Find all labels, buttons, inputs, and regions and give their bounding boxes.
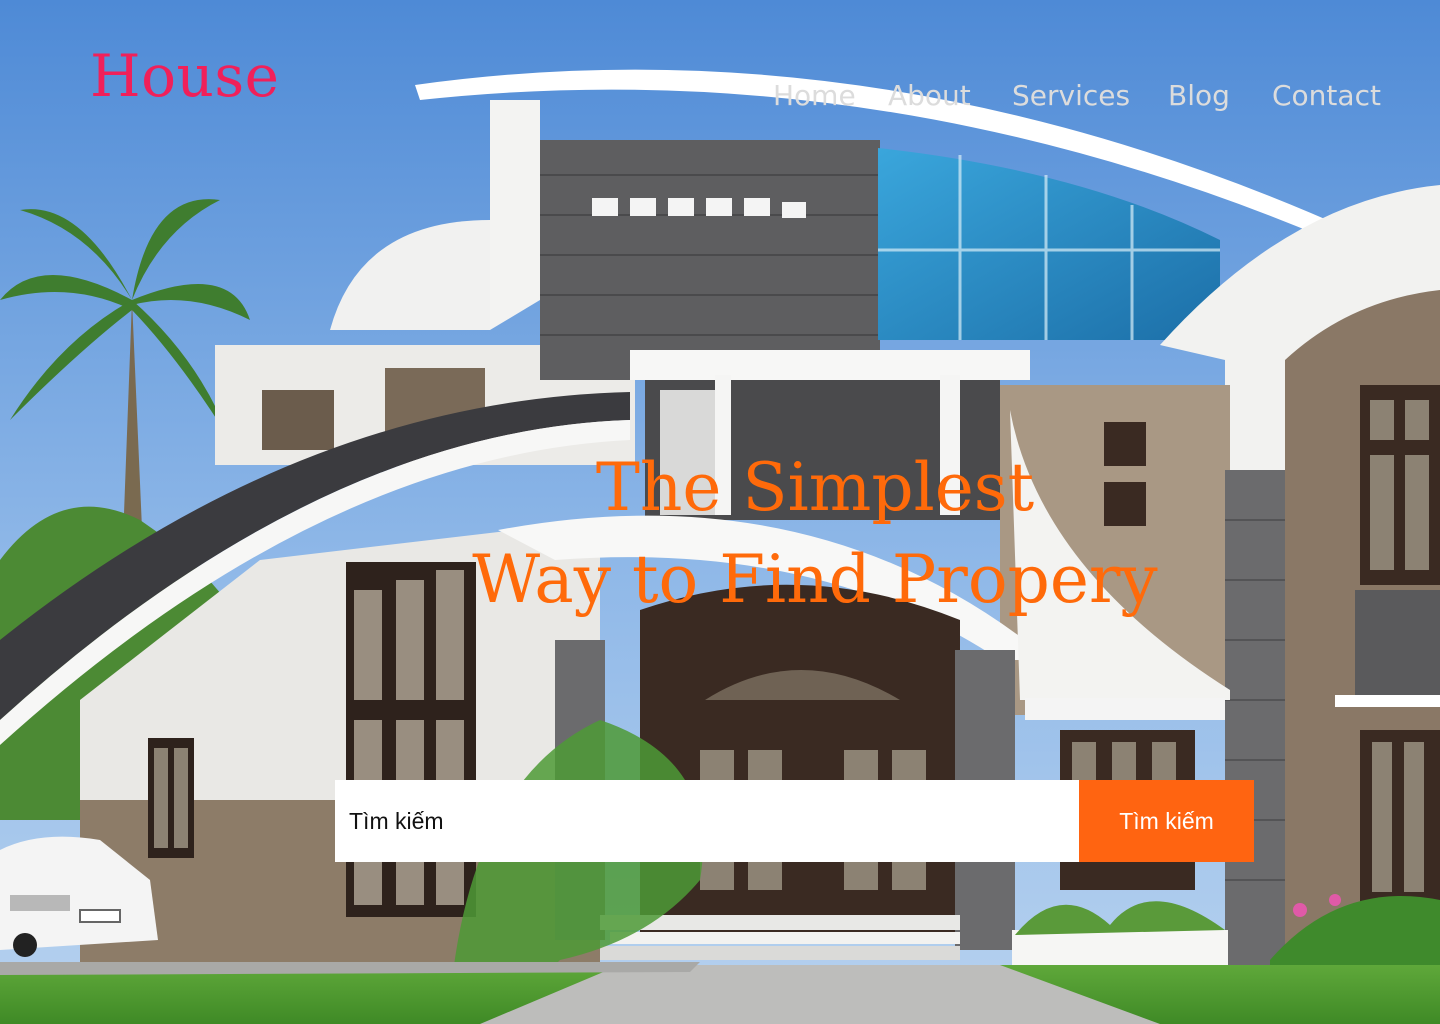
hero-headline: The Simplest Way to Find Propery: [420, 442, 1210, 626]
search-input[interactable]: [335, 780, 1079, 862]
search-form: Tìm kiếm: [335, 780, 1254, 862]
nav-link-services[interactable]: Services: [1012, 76, 1130, 116]
nav-link-about[interactable]: About: [888, 76, 971, 116]
hero-headline-line2: Way to Find Propery: [472, 541, 1158, 618]
search-button[interactable]: Tìm kiếm: [1079, 780, 1254, 862]
hero-section: House Home About Services Blog Contact T…: [0, 0, 1440, 1024]
nav-link-home[interactable]: Home: [773, 76, 856, 116]
main-navigation: Home About Services Blog Contact: [760, 76, 1400, 116]
brand-logo[interactable]: House: [90, 40, 279, 112]
hero-headline-line1: The Simplest: [595, 449, 1035, 526]
nav-link-blog[interactable]: Blog: [1168, 76, 1230, 116]
nav-link-contact[interactable]: Contact: [1272, 76, 1381, 116]
